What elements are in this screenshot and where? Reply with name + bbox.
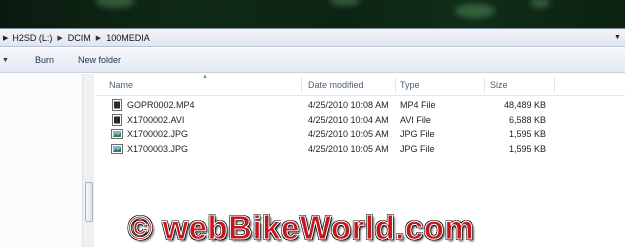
watermark: © webBikeWorld.com bbox=[123, 209, 503, 247]
column-header-name[interactable]: Name bbox=[109, 80, 133, 90]
column-header-date-modified[interactable]: Date modified bbox=[308, 80, 364, 90]
file-type: JPG File bbox=[400, 143, 435, 154]
sort-ascending-icon: ▲ bbox=[202, 74, 208, 80]
file-row[interactable]: X1700003.JPG 4/25/2010 10:05 AM JPG File… bbox=[95, 142, 625, 157]
file-type: AVI File bbox=[400, 114, 431, 125]
column-header-row: ▲ Name Date modified Type Size bbox=[95, 74, 625, 96]
file-row[interactable]: X1700002.JPG 4/25/2010 10:05 AM JPG File… bbox=[95, 127, 625, 142]
navigation-scrollbar[interactable] bbox=[82, 74, 94, 247]
file-size: 6,588 KB bbox=[509, 114, 547, 125]
breadcrumb-dcim[interactable]: DCIM bbox=[68, 33, 91, 43]
breadcrumb-drive[interactable]: H2SD (L:) bbox=[12, 33, 52, 43]
file-date: 4/25/2010 10:08 AM bbox=[308, 100, 389, 110]
command-toolbar: ▼ Burn New folder bbox=[0, 48, 625, 73]
file-name: X1700002.AVI bbox=[127, 114, 185, 125]
file-name: X1700003.JPG bbox=[127, 143, 189, 154]
image-file-icon bbox=[111, 129, 123, 139]
column-header-type[interactable]: Type bbox=[400, 80, 420, 90]
breadcrumb-100media[interactable]: 100MEDIA bbox=[106, 33, 150, 43]
video-file-icon bbox=[112, 99, 122, 111]
file-size: 48,489 KB bbox=[504, 100, 547, 110]
file-row[interactable]: GOPR0002.MP4 4/25/2010 10:08 AM MP4 File… bbox=[95, 98, 625, 113]
file-size: 1,595 KB bbox=[509, 129, 547, 139]
navigation-pane bbox=[0, 74, 82, 247]
organize-dropdown-icon[interactable]: ▼ bbox=[2, 57, 9, 64]
scrollbar-thumb[interactable] bbox=[85, 182, 93, 222]
address-bar[interactable]: ▶ H2SD (L:) ▶ DCIM ▶ 100MEDIA ▼ bbox=[0, 28, 625, 47]
file-name: GOPR0002.MP4 bbox=[127, 100, 195, 110]
window-background bbox=[0, 0, 625, 30]
file-date: 4/25/2010 10:05 AM bbox=[308, 129, 389, 139]
burn-button[interactable]: Burn bbox=[35, 55, 54, 65]
file-size: 1,595 KB bbox=[509, 143, 547, 154]
file-date: 4/25/2010 10:05 AM bbox=[308, 143, 389, 154]
watermark-text: © webBikeWorld.com bbox=[127, 209, 475, 247]
new-folder-button[interactable]: New folder bbox=[78, 55, 121, 65]
file-type: JPG File bbox=[400, 129, 435, 139]
crumb-separator-icon[interactable]: ▶ bbox=[57, 34, 62, 42]
video-file-icon bbox=[112, 113, 122, 126]
column-header-size[interactable]: Size bbox=[490, 80, 508, 90]
address-dropdown-icon[interactable]: ▼ bbox=[612, 32, 623, 43]
file-name: X1700002.JPG bbox=[127, 129, 189, 139]
file-row[interactable]: X1700002.AVI 4/25/2010 10:04 AM AVI File… bbox=[95, 113, 625, 128]
crumb-arrow-icon[interactable]: ▶ bbox=[3, 34, 8, 42]
file-type: MP4 File bbox=[400, 100, 436, 110]
file-list: GOPR0002.MP4 4/25/2010 10:08 AM MP4 File… bbox=[95, 98, 625, 156]
image-file-icon bbox=[111, 143, 123, 154]
crumb-separator-icon[interactable]: ▶ bbox=[96, 34, 101, 42]
file-date: 4/25/2010 10:04 AM bbox=[308, 114, 389, 125]
